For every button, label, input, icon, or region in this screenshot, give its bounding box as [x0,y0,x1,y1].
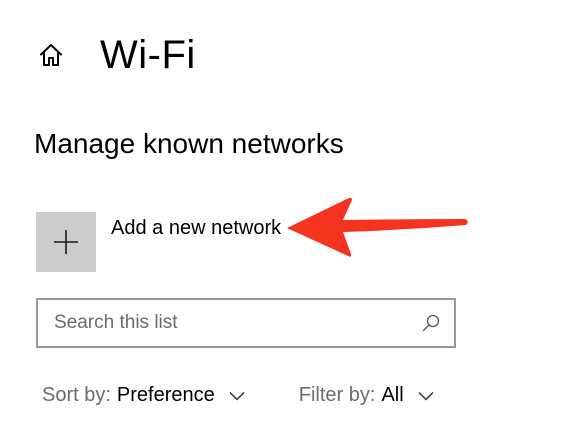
add-new-network-button[interactable]: Add a new network [36,212,281,272]
list-controls: Sort by: Preference Filter by: All [42,384,434,407]
filter-value: All [381,384,404,406]
sort-label: Sort by: [42,384,111,406]
plus-icon [54,230,78,254]
header: Wi-Fi [34,30,196,80]
home-button[interactable] [34,38,68,72]
add-network-tile[interactable] [36,212,96,272]
search-box[interactable] [36,298,456,348]
filter-dropdown[interactable]: Filter by: All [299,384,434,407]
wifi-settings-page: Wi-Fi Manage known networks Add a new ne… [0,0,583,433]
page-title: Wi-Fi [100,32,196,77]
search-icon[interactable] [420,312,442,334]
filter-label: Filter by: [298,384,376,406]
sort-value: Preference [116,384,215,406]
home-icon [40,44,62,66]
add-network-label[interactable]: Add a new network [111,216,281,240]
red-arrow-icon [287,197,468,257]
chevron-down-icon [229,391,245,401]
chevron-down-icon [418,391,434,401]
section-title: Manage known networks [34,128,344,159]
search-input[interactable] [54,312,420,334]
sort-dropdown[interactable]: Sort by: Preference [42,384,245,407]
